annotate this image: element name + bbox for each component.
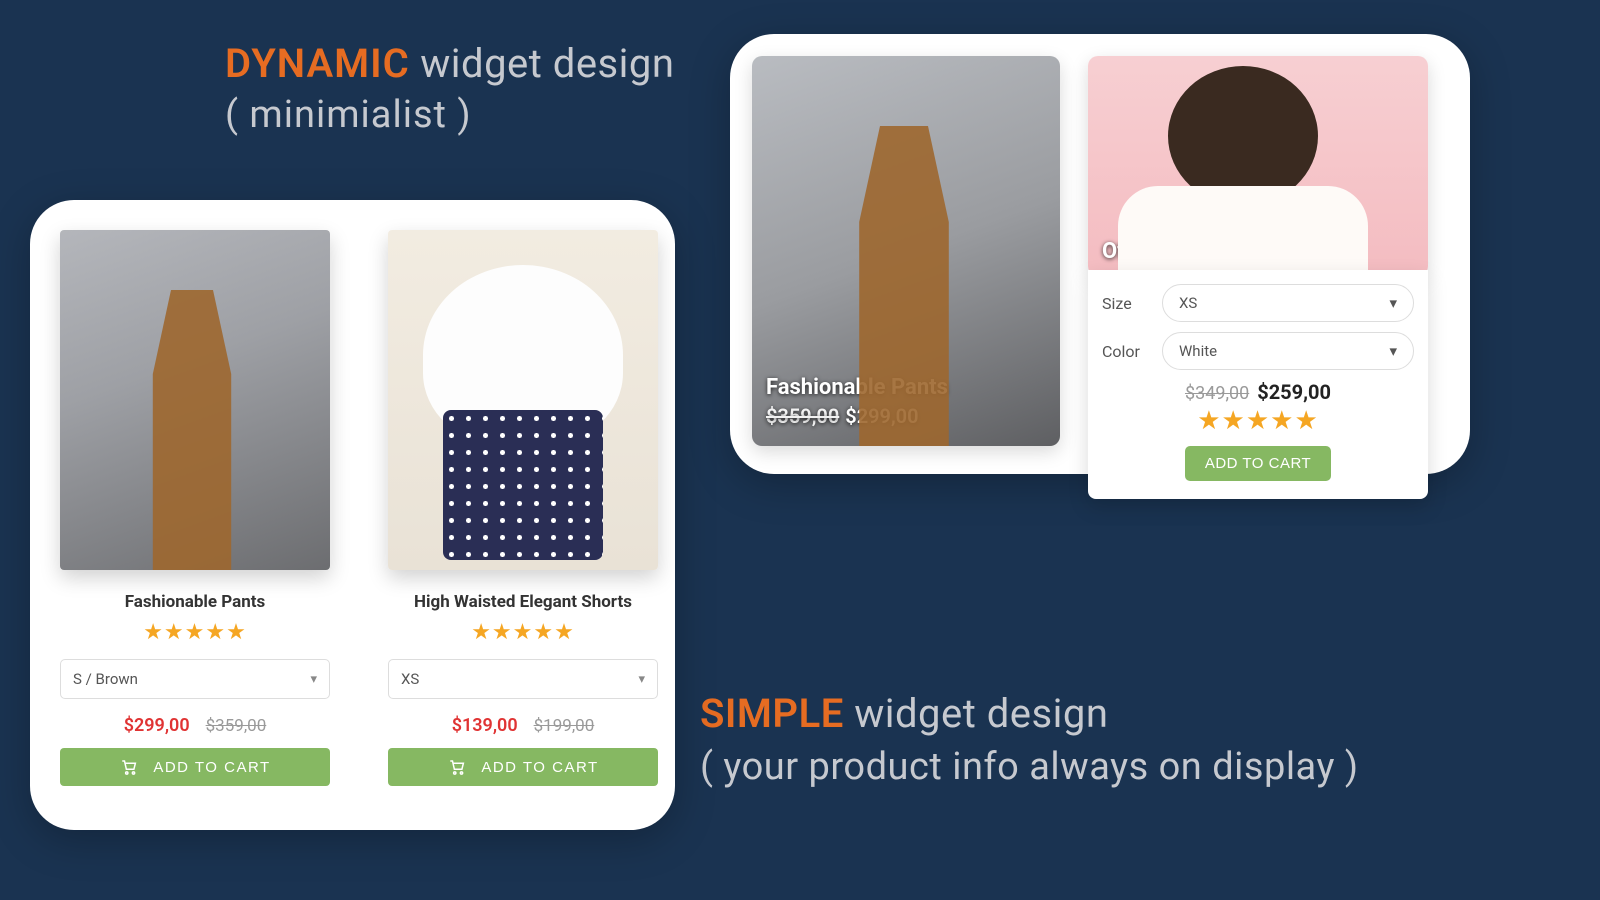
heading-simple-accent: SIMPLE [700, 690, 844, 737]
product-image[interactable] [60, 230, 330, 570]
overlay-price: $359,00$299,00 [766, 404, 919, 428]
product-card: Fashionable Pants ★★★★★ S / Brown ▾ $299… [60, 230, 330, 800]
star-rating-icon: ★★★★★ [143, 620, 247, 645]
heading-dynamic: DYNAMIC widget design ( minimialist ) [225, 40, 674, 137]
price-now: $139,00 [452, 715, 518, 736]
add-to-cart-label: ADD TO CART [153, 759, 270, 776]
cart-icon [447, 758, 467, 776]
dynamic-widget-panel: Fashionable Pants ★★★★★ S / Brown ▾ $299… [30, 200, 675, 830]
add-to-cart-button[interactable]: ADD TO CART [1185, 446, 1331, 481]
price-was: $359,00 [766, 404, 839, 428]
variant-value: XS [401, 670, 419, 688]
heading-simple-rest: widget design [844, 690, 1109, 737]
star-rating-icon: ★★★★★ [471, 620, 575, 645]
price-row: $349,00 $259,00 [1102, 380, 1414, 404]
price-now: $259,00 [1257, 380, 1331, 404]
price-row: $139,00 $199,00 [452, 715, 595, 736]
heading-dynamic-accent: DYNAMIC [225, 40, 410, 87]
overlay-product-title: Fashionable Pants [766, 375, 948, 400]
color-value: White [1179, 342, 1217, 360]
simple-widget-panel: Fashionable Pants $359,00$299,00 Off-the… [730, 34, 1470, 474]
add-to-cart-button[interactable]: ADD TO CART [60, 748, 330, 786]
heading-simple: SIMPLE widget design ( your product info… [700, 690, 1359, 789]
product-image-overlay[interactable]: Fashionable Pants $359,00$299,00 [752, 56, 1060, 446]
add-to-cart-button[interactable]: ADD TO CART [388, 748, 658, 786]
color-label: Color [1102, 342, 1148, 361]
product-card-expanded: Off-the-shoulders Dress Size XS ▾ Color … [1088, 56, 1428, 452]
product-name: Fashionable Pants [125, 592, 266, 612]
product-image[interactable] [388, 230, 658, 570]
color-select[interactable]: White ▾ [1162, 332, 1414, 370]
size-value: XS [1179, 294, 1197, 312]
price-now: $299,00 [124, 715, 190, 736]
price-was: $199,00 [534, 716, 595, 736]
price-was: $349,00 [1185, 383, 1249, 404]
product-name: High Waisted Elegant Shorts [414, 592, 632, 612]
price-was: $359,00 [206, 716, 267, 736]
chevron-down-icon: ▾ [1389, 342, 1397, 360]
price-now: $299,00 [845, 404, 918, 428]
variant-select[interactable]: S / Brown ▾ [60, 659, 330, 699]
product-image-overlay[interactable]: Off-the-shoulders Dress [1088, 56, 1428, 276]
cart-icon [119, 758, 139, 776]
product-card: High Waisted Elegant Shorts ★★★★★ XS ▾ $… [388, 230, 658, 800]
chevron-down-icon: ▾ [310, 672, 317, 687]
price-row: $299,00 $359,00 [124, 715, 267, 736]
heading-dynamic-rest: widget design [410, 40, 675, 87]
overlay-product-title: Off-the-shoulders Dress [1102, 239, 1342, 264]
option-row: Color White ▾ [1102, 332, 1414, 370]
add-to-cart-label: ADD TO CART [1205, 455, 1311, 472]
chevron-down-icon: ▾ [1389, 294, 1397, 312]
variant-select[interactable]: XS ▾ [388, 659, 658, 699]
options-box: Size XS ▾ Color White ▾ $349,00 $259,00 ★… [1088, 270, 1428, 499]
variant-value: S / Brown [73, 670, 138, 688]
heading-dynamic-sub: ( minimialist ) [225, 93, 674, 137]
heading-simple-sub: ( your product info always on display ) [700, 745, 1359, 789]
star-rating-icon: ★★★★★ [1102, 406, 1414, 436]
size-label: Size [1102, 294, 1148, 313]
add-to-cart-label: ADD TO CART [481, 759, 598, 776]
chevron-down-icon: ▾ [638, 672, 645, 687]
option-row: Size XS ▾ [1102, 284, 1414, 322]
size-select[interactable]: XS ▾ [1162, 284, 1414, 322]
